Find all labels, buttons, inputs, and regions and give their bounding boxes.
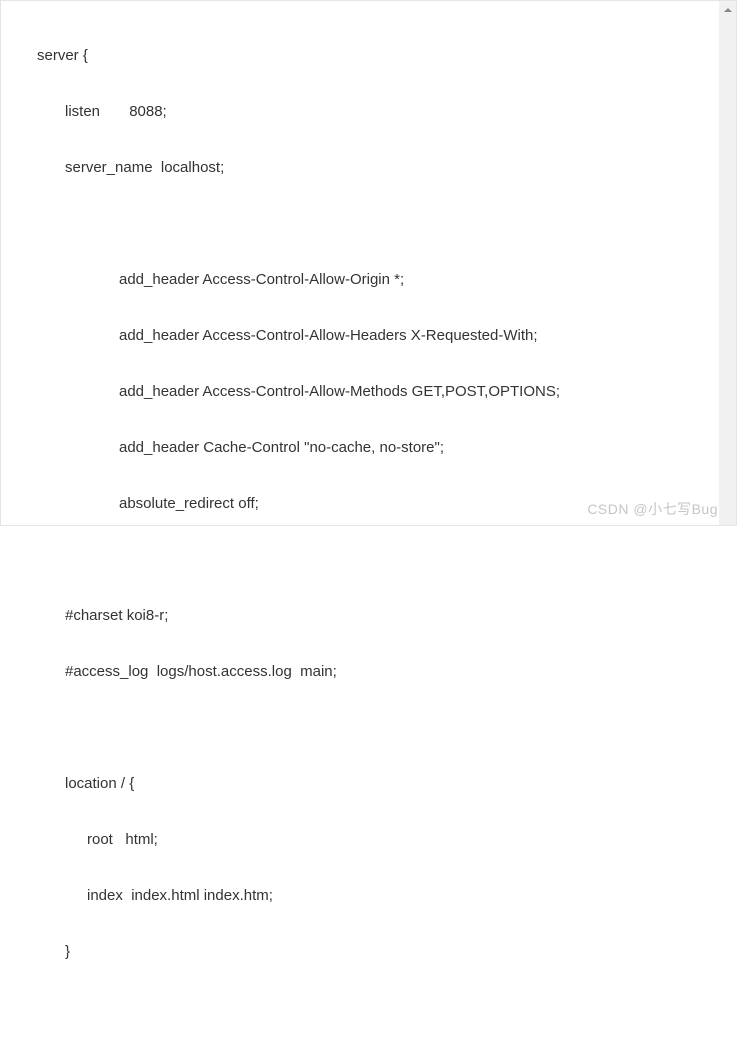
code-line: root html; <box>9 829 728 851</box>
scroll-up-arrow-icon[interactable] <box>719 3 736 17</box>
code-line <box>9 213 728 235</box>
code-line: } <box>9 941 728 963</box>
code-line: add_header Access-Control-Allow-Methods … <box>9 381 728 403</box>
code-line: index index.html index.htm; <box>9 885 728 907</box>
vertical-scrollbar[interactable] <box>719 1 736 525</box>
code-block: server { listen 8088; server_name localh… <box>1 1 736 1052</box>
code-line: add_header Access-Control-Allow-Origin *… <box>9 269 728 291</box>
code-line: server_name localhost; <box>9 157 728 179</box>
code-line: listen 8088; <box>9 101 728 123</box>
code-line: add_header Access-Control-Allow-Headers … <box>9 325 728 347</box>
code-line: add_header Cache-Control "no-cache, no-s… <box>9 437 728 459</box>
code-line <box>9 549 728 571</box>
code-line: location / { <box>9 773 728 795</box>
code-line: server { <box>9 45 728 67</box>
code-line <box>9 717 728 739</box>
code-line <box>9 997 728 1019</box>
code-line: #charset koi8-r; <box>9 605 728 627</box>
code-line: #access_log logs/host.access.log main; <box>9 661 728 683</box>
watermark-text: CSDN @小七写Bug <box>587 499 718 519</box>
